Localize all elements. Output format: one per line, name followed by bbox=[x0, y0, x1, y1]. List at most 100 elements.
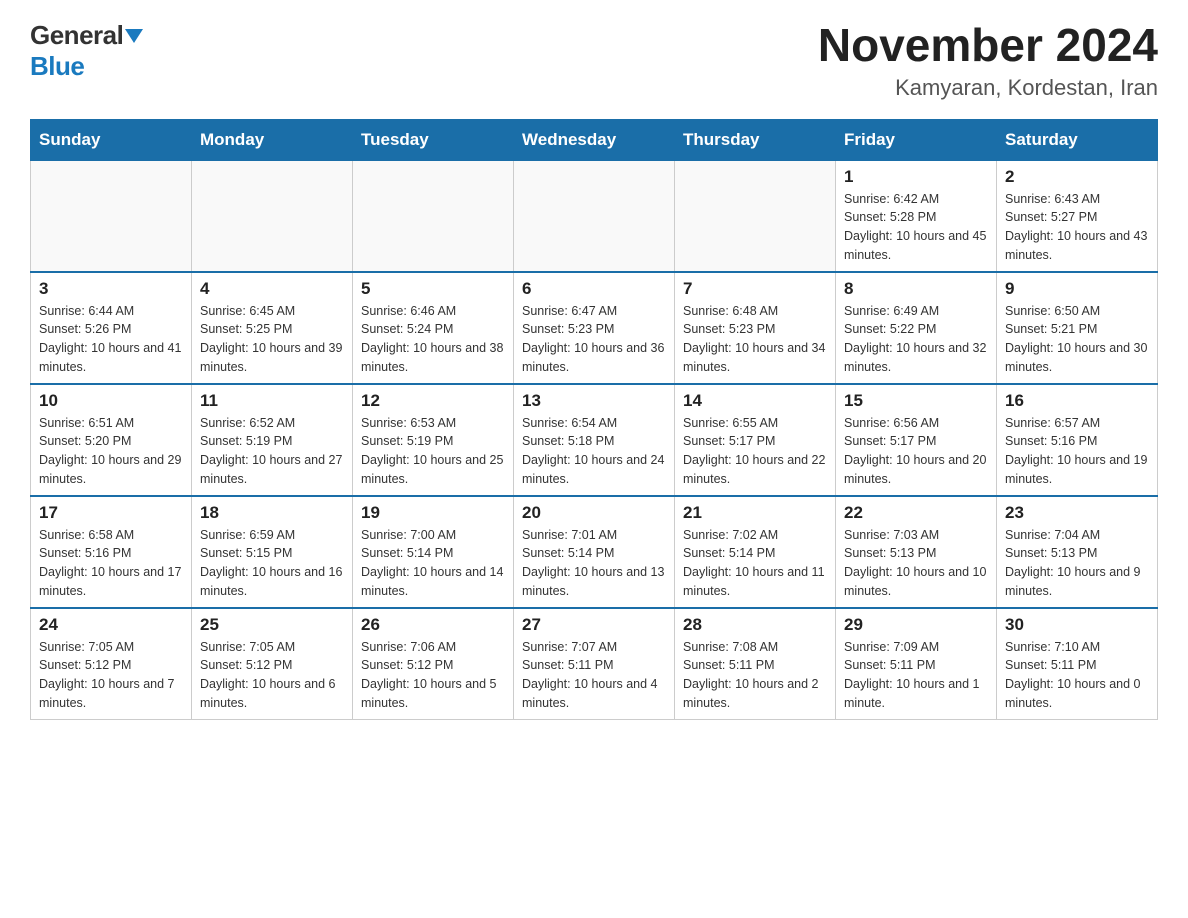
table-row: 23 Sunrise: 7:04 AMSunset: 5:13 PMDayligh… bbox=[997, 496, 1158, 608]
day-number: 7 bbox=[683, 279, 827, 299]
day-number: 13 bbox=[522, 391, 666, 411]
page-header: General Blue November 2024 Kamyaran, Kor… bbox=[30, 20, 1158, 101]
day-number: 15 bbox=[844, 391, 988, 411]
table-row bbox=[31, 160, 192, 272]
table-row: 24Sunrise: 7:05 AMSunset: 5:12 PMDayligh… bbox=[31, 608, 192, 720]
day-number: 30 bbox=[1005, 615, 1149, 635]
day-number: 24 bbox=[39, 615, 183, 635]
day-number: 25 bbox=[200, 615, 344, 635]
day-number: 8 bbox=[844, 279, 988, 299]
header-friday: Friday bbox=[836, 119, 997, 160]
day-info: Sunrise: 6:54 AMSunset: 5:18 PMDaylight:… bbox=[522, 414, 666, 489]
table-row: 14 Sunrise: 6:55 AMSunset: 5:17 PMDayligh… bbox=[675, 384, 836, 496]
day-number: 14 bbox=[683, 391, 827, 411]
day-info: Sunrise: 6:42 AMSunset: 5:28 PMDaylight:… bbox=[844, 190, 988, 265]
logo-triangle-icon bbox=[125, 29, 143, 43]
day-info: Sunrise: 6:57 AMSunset: 5:16 PMDaylight:… bbox=[1005, 414, 1149, 489]
day-info: Sunrise: 7:09 AMSunset: 5:11 PMDaylight:… bbox=[844, 638, 988, 713]
day-info: Sunrise: 7:10 AMSunset: 5:11 PMDaylight:… bbox=[1005, 638, 1149, 713]
day-info: Sunrise: 7:03 AMSunset: 5:13 PMDaylight:… bbox=[844, 526, 988, 601]
day-info: Sunrise: 6:55 AMSunset: 5:17 PMDaylight:… bbox=[683, 414, 827, 489]
day-number: 2 bbox=[1005, 167, 1149, 187]
day-info: Sunrise: 6:45 AMSunset: 5:25 PMDaylight:… bbox=[200, 302, 344, 377]
calendar-table: Sunday Monday Tuesday Wednesday Thursday… bbox=[30, 119, 1158, 720]
calendar-week-row: 10 Sunrise: 6:51 AMSunset: 5:20 PMDayligh… bbox=[31, 384, 1158, 496]
calendar-week-row: 3 Sunrise: 6:44 AMSunset: 5:26 PMDaylight… bbox=[31, 272, 1158, 384]
table-row bbox=[675, 160, 836, 272]
table-row: 4 Sunrise: 6:45 AMSunset: 5:25 PMDaylight… bbox=[192, 272, 353, 384]
day-number: 10 bbox=[39, 391, 183, 411]
table-row: 7 Sunrise: 6:48 AMSunset: 5:23 PMDaylight… bbox=[675, 272, 836, 384]
table-row: 19 Sunrise: 7:00 AMSunset: 5:14 PMDayligh… bbox=[353, 496, 514, 608]
table-row: 21 Sunrise: 7:02 AMSunset: 5:14 PMDayligh… bbox=[675, 496, 836, 608]
table-row: 8 Sunrise: 6:49 AMSunset: 5:22 PMDaylight… bbox=[836, 272, 997, 384]
table-row: 9Sunrise: 6:50 AMSunset: 5:21 PMDaylight… bbox=[997, 272, 1158, 384]
table-row: 10 Sunrise: 6:51 AMSunset: 5:20 PMDayligh… bbox=[31, 384, 192, 496]
day-info: Sunrise: 7:00 AMSunset: 5:14 PMDaylight:… bbox=[361, 526, 505, 601]
day-info: Sunrise: 6:56 AMSunset: 5:17 PMDaylight:… bbox=[844, 414, 988, 489]
day-number: 27 bbox=[522, 615, 666, 635]
day-number: 9 bbox=[1005, 279, 1149, 299]
header-wednesday: Wednesday bbox=[514, 119, 675, 160]
day-number: 23 bbox=[1005, 503, 1149, 523]
day-number: 11 bbox=[200, 391, 344, 411]
table-row: 30 Sunrise: 7:10 AMSunset: 5:11 PMDayligh… bbox=[997, 608, 1158, 720]
day-info: Sunrise: 6:46 AMSunset: 5:24 PMDaylight:… bbox=[361, 302, 505, 377]
table-row bbox=[514, 160, 675, 272]
day-number: 28 bbox=[683, 615, 827, 635]
table-row: 11 Sunrise: 6:52 AMSunset: 5:19 PMDayligh… bbox=[192, 384, 353, 496]
calendar-week-row: 1 Sunrise: 6:42 AMSunset: 5:28 PMDaylight… bbox=[31, 160, 1158, 272]
day-info: Sunrise: 7:02 AMSunset: 5:14 PMDaylight:… bbox=[683, 526, 827, 601]
day-info: Sunrise: 7:08 AMSunset: 5:11 PMDaylight:… bbox=[683, 638, 827, 713]
header-monday: Monday bbox=[192, 119, 353, 160]
day-info: Sunrise: 6:44 AMSunset: 5:26 PMDaylight:… bbox=[39, 302, 183, 377]
table-row: 15 Sunrise: 6:56 AMSunset: 5:17 PMDayligh… bbox=[836, 384, 997, 496]
day-number: 3 bbox=[39, 279, 183, 299]
day-info: Sunrise: 6:53 AMSunset: 5:19 PMDaylight:… bbox=[361, 414, 505, 489]
day-number: 21 bbox=[683, 503, 827, 523]
day-info: Sunrise: 7:04 AMSunset: 5:13 PMDaylight:… bbox=[1005, 526, 1149, 601]
day-info: Sunrise: 6:52 AMSunset: 5:19 PMDaylight:… bbox=[200, 414, 344, 489]
day-info: Sunrise: 6:59 AMSunset: 5:15 PMDaylight:… bbox=[200, 526, 344, 601]
day-info: Sunrise: 6:47 AMSunset: 5:23 PMDaylight:… bbox=[522, 302, 666, 377]
table-row: 22 Sunrise: 7:03 AMSunset: 5:13 PMDayligh… bbox=[836, 496, 997, 608]
day-info: Sunrise: 7:01 AMSunset: 5:14 PMDaylight:… bbox=[522, 526, 666, 601]
day-number: 6 bbox=[522, 279, 666, 299]
day-info: Sunrise: 7:05 AMSunset: 5:12 PMDaylight:… bbox=[200, 638, 344, 713]
table-row: 27 Sunrise: 7:07 AMSunset: 5:11 PMDayligh… bbox=[514, 608, 675, 720]
logo-blue-text: Blue bbox=[30, 51, 84, 81]
day-number: 4 bbox=[200, 279, 344, 299]
table-row: 18 Sunrise: 6:59 AMSunset: 5:15 PMDayligh… bbox=[192, 496, 353, 608]
day-number: 17 bbox=[39, 503, 183, 523]
table-row: 25 Sunrise: 7:05 AMSunset: 5:12 PMDayligh… bbox=[192, 608, 353, 720]
day-number: 5 bbox=[361, 279, 505, 299]
calendar-header-row: Sunday Monday Tuesday Wednesday Thursday… bbox=[31, 119, 1158, 160]
table-row: 2 Sunrise: 6:43 AMSunset: 5:27 PMDaylight… bbox=[997, 160, 1158, 272]
day-number: 29 bbox=[844, 615, 988, 635]
day-info: Sunrise: 6:43 AMSunset: 5:27 PMDaylight:… bbox=[1005, 190, 1149, 265]
day-info: Sunrise: 6:49 AMSunset: 5:22 PMDaylight:… bbox=[844, 302, 988, 377]
day-number: 1 bbox=[844, 167, 988, 187]
day-number: 19 bbox=[361, 503, 505, 523]
day-number: 18 bbox=[200, 503, 344, 523]
calendar-title: November 2024 bbox=[818, 20, 1158, 71]
day-number: 16 bbox=[1005, 391, 1149, 411]
table-row: 16 Sunrise: 6:57 AMSunset: 5:16 PMDayligh… bbox=[997, 384, 1158, 496]
table-row: 26Sunrise: 7:06 AMSunset: 5:12 PMDayligh… bbox=[353, 608, 514, 720]
table-row: 29 Sunrise: 7:09 AMSunset: 5:11 PMDayligh… bbox=[836, 608, 997, 720]
title-block: November 2024 Kamyaran, Kordestan, Iran bbox=[818, 20, 1158, 101]
header-thursday: Thursday bbox=[675, 119, 836, 160]
logo: General Blue bbox=[30, 20, 143, 82]
header-tuesday: Tuesday bbox=[353, 119, 514, 160]
day-info: Sunrise: 6:58 AMSunset: 5:16 PMDaylight:… bbox=[39, 526, 183, 601]
table-row: 3 Sunrise: 6:44 AMSunset: 5:26 PMDaylight… bbox=[31, 272, 192, 384]
day-info: Sunrise: 6:48 AMSunset: 5:23 PMDaylight:… bbox=[683, 302, 827, 377]
day-info: Sunrise: 6:51 AMSunset: 5:20 PMDaylight:… bbox=[39, 414, 183, 489]
day-number: 20 bbox=[522, 503, 666, 523]
table-row bbox=[353, 160, 514, 272]
table-row: 13 Sunrise: 6:54 AMSunset: 5:18 PMDayligh… bbox=[514, 384, 675, 496]
day-number: 22 bbox=[844, 503, 988, 523]
header-saturday: Saturday bbox=[997, 119, 1158, 160]
day-info: Sunrise: 7:06 AMSunset: 5:12 PMDaylight:… bbox=[361, 638, 505, 713]
day-info: Sunrise: 7:07 AMSunset: 5:11 PMDaylight:… bbox=[522, 638, 666, 713]
